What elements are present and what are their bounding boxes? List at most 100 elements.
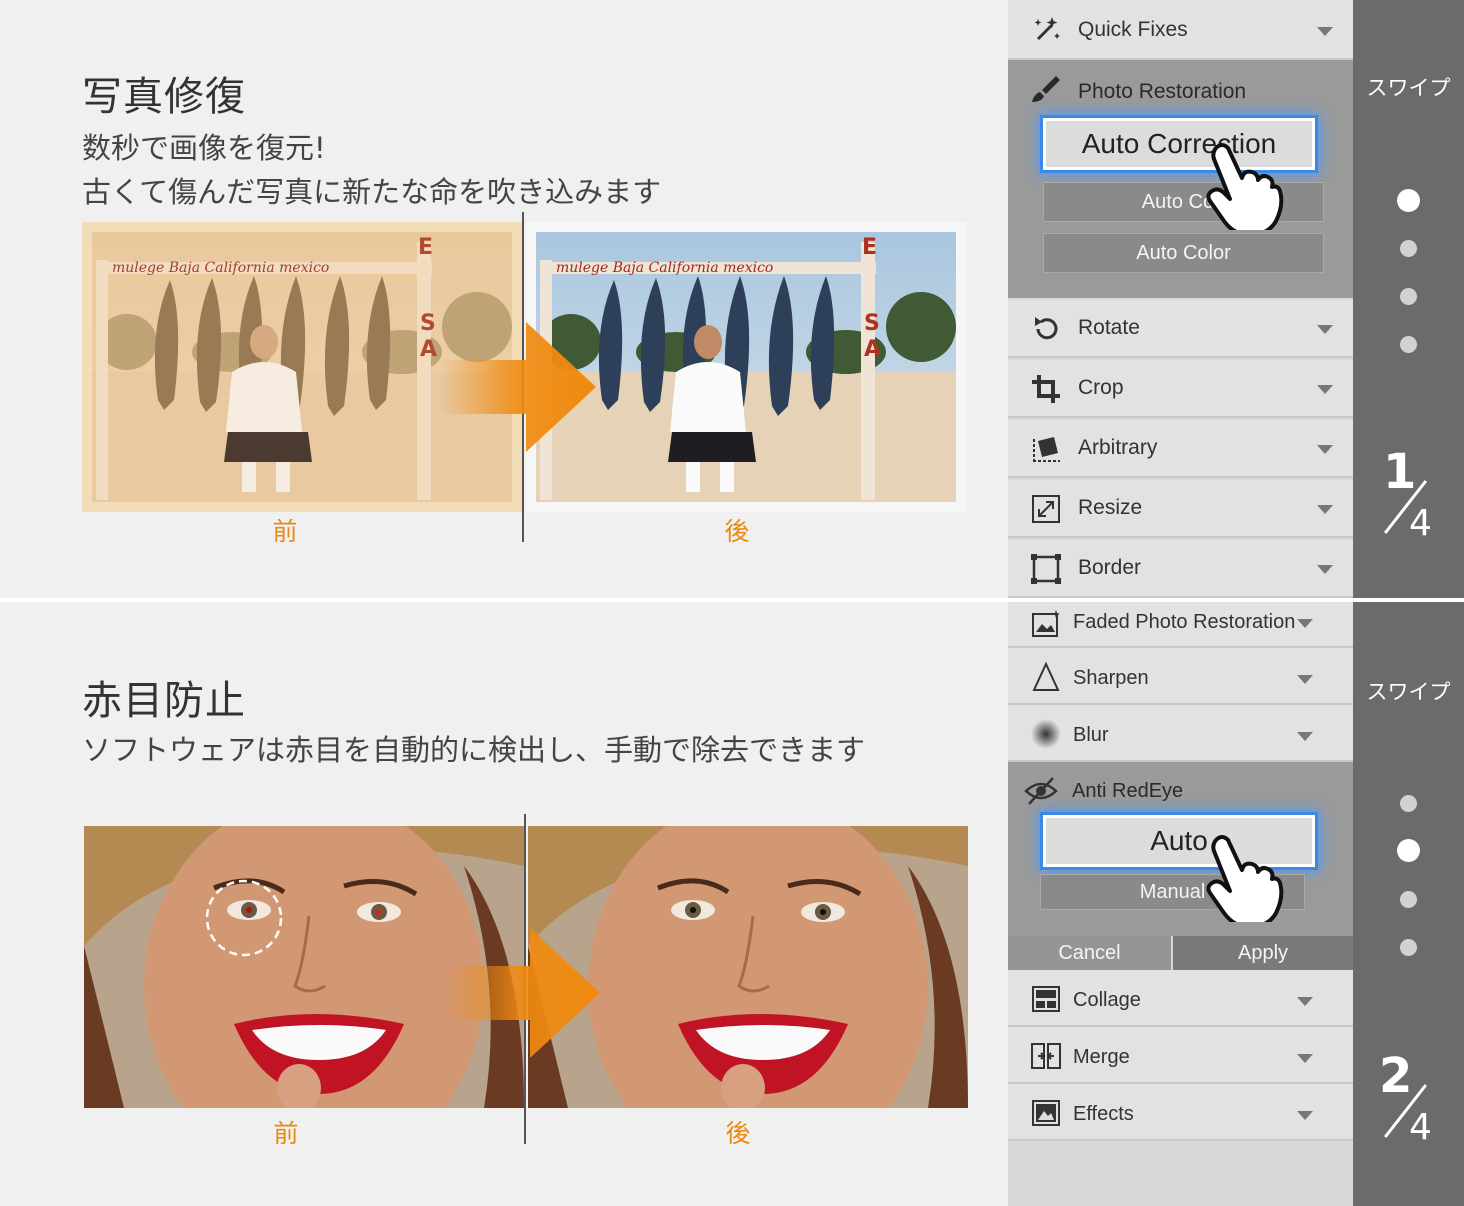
chevron-down-icon (1317, 325, 1333, 334)
content-area: 赤目防止 ソフトウェアは赤目を自動的に検出し、手動で除去できます 前 後 (0, 602, 1008, 1206)
menu-label: Sharpen (1073, 667, 1149, 689)
menu-faded-photo-restoration[interactable]: Faded Photo Restoration (1008, 602, 1353, 648)
svg-text:mulege Baja California mexico: mulege Baja California mexico (556, 260, 773, 276)
svg-text:S: S (864, 311, 880, 336)
menu-label: Crop (1078, 376, 1124, 399)
redeye-icon (1024, 777, 1058, 805)
pager-dot-2[interactable] (1400, 240, 1417, 257)
svg-text:E: E (418, 235, 433, 260)
apply-button[interactable]: Apply (1173, 936, 1353, 970)
cancel-button[interactable]: Cancel (1008, 936, 1171, 970)
tool-panel: Faded Photo Restoration Sharpen Blur Ant… (1008, 602, 1353, 1206)
menu-label: Arbitrary (1078, 436, 1158, 459)
side-pager: スワイプ 2 4 (1353, 602, 1464, 1206)
resize-icon (1032, 495, 1060, 523)
group-title: Photo Restoration (1078, 80, 1247, 103)
group-title: Anti RedEye (1072, 780, 1184, 802)
arrow-right-icon (444, 928, 600, 1058)
menu-label: Border (1078, 556, 1142, 579)
hand-pointer-icon (1206, 835, 1284, 922)
svg-text:A: A (420, 337, 437, 362)
svg-text:S: S (420, 311, 436, 336)
anti-redeye-group: Anti RedEye Auto Manual (1008, 762, 1353, 936)
page-total: 4 (1409, 503, 1432, 544)
chevron-down-icon (1317, 27, 1333, 36)
chevron-down-icon (1317, 445, 1333, 454)
pager-dot-4[interactable] (1400, 336, 1417, 353)
menu-label: Collage (1073, 989, 1141, 1011)
pager-dot-1[interactable] (1400, 795, 1417, 812)
panel-photo-restoration: 写真修復 数秒で画像を復元! 古くて傷んだ写真に新たな命を吹き込みます mule… (0, 0, 1464, 598)
menu-label: Blur (1073, 724, 1109, 746)
menu-quick-fixes[interactable]: Quick Fixes (1008, 0, 1353, 60)
rotate-icon (1035, 317, 1058, 340)
before-label: 前 (272, 517, 298, 546)
menu-resize[interactable]: Resize (1008, 480, 1353, 538)
menu-label: Quick Fixes (1078, 18, 1188, 41)
before-label: 前 (273, 1119, 299, 1148)
arrow-right-icon (440, 322, 596, 452)
menu-label: Effects (1073, 1103, 1134, 1125)
pager-dot-2[interactable] (1397, 839, 1420, 862)
page-total: 4 (1409, 1107, 1432, 1148)
arbitrary-rotate-icon (1033, 437, 1060, 463)
menu-sharpen[interactable]: Sharpen (1008, 648, 1353, 705)
sharpen-icon (1032, 661, 1060, 691)
hand-pointer-icon (1206, 143, 1284, 230)
pager-dot-1[interactable] (1397, 189, 1420, 212)
chevron-down-icon (1297, 1111, 1313, 1120)
magic-wand-icon (1034, 17, 1060, 41)
content-area: 写真修復 数秒で画像を復元! 古くて傷んだ写真に新たな命を吹き込みます mule… (0, 0, 1008, 598)
chevron-down-icon (1297, 675, 1313, 684)
after-label: 後 (725, 1119, 751, 1148)
photo-restoration-group: Photo Restoration Auto Correction Auto C… (1008, 60, 1353, 298)
pager-dot-3[interactable] (1400, 891, 1417, 908)
chevron-down-icon (1297, 732, 1313, 741)
chevron-down-icon (1317, 385, 1333, 394)
faded-photo-icon (1032, 610, 1060, 637)
chevron-down-icon (1317, 505, 1333, 514)
side-pager: スワイプ 1 4 (1353, 0, 1464, 598)
page-current: 1 (1383, 444, 1417, 500)
section-heading: 写真修復 (82, 74, 246, 120)
menu-merge[interactable]: Merge (1008, 1027, 1353, 1084)
section-desc-line-1: 数秒で画像を復元! (82, 131, 326, 165)
merge-icon (1031, 1043, 1061, 1069)
collage-icon (1032, 986, 1060, 1012)
crop-icon (1032, 375, 1060, 403)
swipe-label: スワイプ (1366, 76, 1451, 100)
swipe-label: スワイプ (1366, 680, 1451, 704)
menu-label: Resize (1078, 496, 1143, 519)
pager-dot-3[interactable] (1400, 288, 1417, 305)
menu-label: Rotate (1078, 316, 1140, 339)
brush-icon (1032, 76, 1060, 102)
border-icon (1031, 554, 1061, 584)
tool-panel: Quick Fixes Photo Restoration Auto Corre… (1008, 0, 1353, 598)
sign-text: mulege Baja California mexico (112, 260, 329, 276)
chevron-down-icon (1297, 997, 1313, 1006)
menu-effects[interactable]: Effects (1008, 1084, 1353, 1141)
section-desc-line-1: ソフトウェアは赤目を自動的に検出し、手動で除去できます (82, 733, 866, 767)
auto-color-button[interactable]: Auto Color (1043, 233, 1324, 273)
chevron-down-icon (1317, 565, 1333, 574)
menu-arbitrary[interactable]: Arbitrary (1008, 420, 1353, 478)
menu-label: Merge (1073, 1046, 1130, 1068)
svg-text:A: A (864, 337, 881, 362)
menu-collage[interactable]: Collage (1008, 970, 1353, 1027)
menu-rotate[interactable]: Rotate (1008, 300, 1353, 358)
panel-anti-redeye: 赤目防止 ソフトウェアは赤目を自動的に検出し、手動で除去できます 前 後 Fad… (0, 602, 1464, 1206)
after-label: 後 (724, 517, 750, 546)
menu-blur[interactable]: Blur (1008, 705, 1353, 762)
section-heading: 赤目防止 (82, 678, 246, 724)
svg-text:E: E (862, 235, 877, 260)
pager-dot-4[interactable] (1400, 939, 1417, 956)
menu-border[interactable]: Border (1008, 540, 1353, 598)
menu-label: Faded Photo Restoration (1073, 611, 1296, 633)
blur-icon (1031, 719, 1061, 749)
page-current: 2 (1379, 1048, 1413, 1104)
section-desc-line-2: 古くて傷んだ写真に新たな命を吹き込みます (82, 175, 662, 209)
chevron-down-icon (1297, 1054, 1313, 1063)
chevron-down-icon (1297, 619, 1313, 628)
menu-crop[interactable]: Crop (1008, 360, 1353, 418)
effects-icon (1032, 1100, 1060, 1126)
